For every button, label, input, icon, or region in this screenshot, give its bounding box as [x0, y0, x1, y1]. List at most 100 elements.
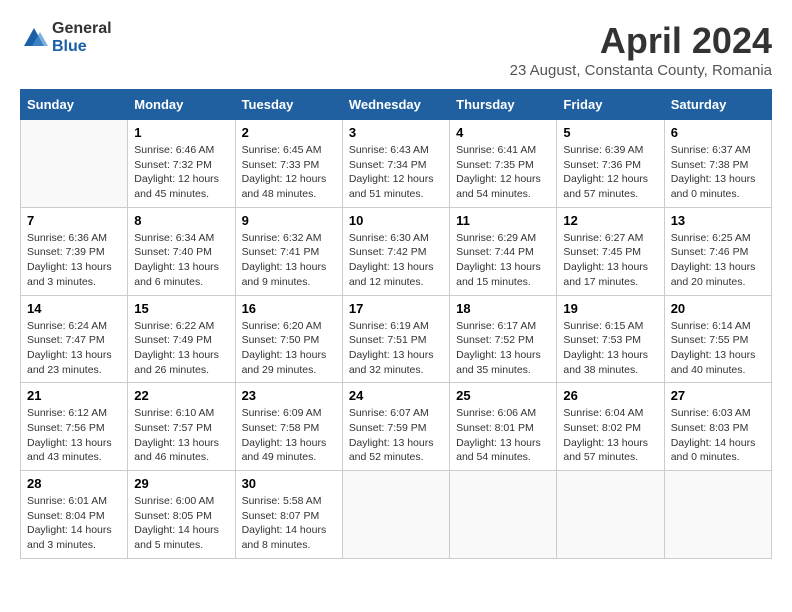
day-number: 8: [134, 213, 228, 228]
day-info: Sunrise: 6:20 AMSunset: 7:50 PMDaylight:…: [242, 319, 336, 378]
day-of-week-header: Wednesday: [342, 90, 449, 120]
day-number: 19: [563, 301, 657, 316]
day-number: 3: [349, 125, 443, 140]
day-number: 23: [242, 388, 336, 403]
day-of-week-header: Monday: [128, 90, 235, 120]
calendar-week-row: 14 Sunrise: 6:24 AMSunset: 7:47 PMDayligh…: [21, 295, 772, 383]
calendar-cell: 21 Sunrise: 6:12 AMSunset: 7:56 PMDayligh…: [21, 383, 128, 471]
day-number: 17: [349, 301, 443, 316]
calendar-cell: [450, 471, 557, 559]
day-number: 29: [134, 476, 228, 491]
day-info: Sunrise: 6:46 AMSunset: 7:32 PMDaylight:…: [134, 143, 228, 202]
day-number: 1: [134, 125, 228, 140]
day-info: Sunrise: 6:00 AMSunset: 8:05 PMDaylight:…: [134, 494, 228, 553]
day-number: 26: [563, 388, 657, 403]
day-info: Sunrise: 6:24 AMSunset: 7:47 PMDaylight:…: [27, 319, 121, 378]
day-number: 2: [242, 125, 336, 140]
calendar-cell: 13 Sunrise: 6:25 AMSunset: 7:46 PMDayligh…: [664, 207, 771, 295]
day-info: Sunrise: 6:17 AMSunset: 7:52 PMDaylight:…: [456, 319, 550, 378]
calendar-cell: 12 Sunrise: 6:27 AMSunset: 7:45 PMDayligh…: [557, 207, 664, 295]
calendar-cell: 22Sunrise: 6:10 AMSunset: 7:57 PMDayligh…: [128, 383, 235, 471]
subtitle: 23 August, Constanta County, Romania: [510, 62, 772, 79]
calendar-cell: 18 Sunrise: 6:17 AMSunset: 7:52 PMDayligh…: [450, 295, 557, 383]
calendar-cell: 7Sunrise: 6:36 AMSunset: 7:39 PMDaylight…: [21, 207, 128, 295]
day-info: Sunrise: 6:06 AMSunset: 8:01 PMDaylight:…: [456, 406, 550, 465]
day-number: 22: [134, 388, 228, 403]
day-number: 20: [671, 301, 765, 316]
calendar-table: SundayMondayTuesdayWednesdayThursdayFrid…: [20, 89, 772, 559]
calendar-cell: 1 Sunrise: 6:46 AMSunset: 7:32 PMDaylight…: [128, 120, 235, 208]
calendar-cell: 23 Sunrise: 6:09 AMSunset: 7:58 PMDayligh…: [235, 383, 342, 471]
header: General Blue April 2024 23 August, Const…: [20, 20, 772, 79]
day-number: 28: [27, 476, 121, 491]
day-number: 14: [27, 301, 121, 316]
day-number: 13: [671, 213, 765, 228]
day-of-week-header: Friday: [557, 90, 664, 120]
day-number: 27: [671, 388, 765, 403]
calendar-cell: 20 Sunrise: 6:14 AMSunset: 7:55 PMDayligh…: [664, 295, 771, 383]
calendar-cell: [557, 471, 664, 559]
day-info: Sunrise: 6:32 AMSunset: 7:41 PMDaylight:…: [242, 231, 336, 290]
calendar-cell: [21, 120, 128, 208]
calendar-cell: 14 Sunrise: 6:24 AMSunset: 7:47 PMDayligh…: [21, 295, 128, 383]
day-number: 11: [456, 213, 550, 228]
calendar-cell: 19 Sunrise: 6:15 AMSunset: 7:53 PMDayligh…: [557, 295, 664, 383]
logo-general-text: General: [52, 20, 112, 38]
calendar-cell: 9 Sunrise: 6:32 AMSunset: 7:41 PMDaylight…: [235, 207, 342, 295]
day-info: Sunrise: 6:22 AMSunset: 7:49 PMDaylight:…: [134, 319, 228, 378]
calendar-cell: 24 Sunrise: 6:07 AMSunset: 7:59 PMDayligh…: [342, 383, 449, 471]
day-number: 5: [563, 125, 657, 140]
day-info: Sunrise: 6:19 AMSunset: 7:51 PMDaylight:…: [349, 319, 443, 378]
day-number: 4: [456, 125, 550, 140]
day-number: 25: [456, 388, 550, 403]
day-info: Sunrise: 6:12 AMSunset: 7:56 PMDaylight:…: [27, 406, 121, 465]
day-number: 18: [456, 301, 550, 316]
day-info: Sunrise: 6:30 AMSunset: 7:42 PMDaylight:…: [349, 231, 443, 290]
day-number: 24: [349, 388, 443, 403]
calendar-cell: 2 Sunrise: 6:45 AMSunset: 7:33 PMDaylight…: [235, 120, 342, 208]
day-info: Sunrise: 6:09 AMSunset: 7:58 PMDaylight:…: [242, 406, 336, 465]
day-info: Sunrise: 5:58 AMSunset: 8:07 PMDaylight:…: [242, 494, 336, 553]
calendar-cell: 8Sunrise: 6:34 AMSunset: 7:40 PMDaylight…: [128, 207, 235, 295]
day-number: 6: [671, 125, 765, 140]
day-info: Sunrise: 6:03 AMSunset: 8:03 PMDaylight:…: [671, 406, 765, 465]
day-number: 12: [563, 213, 657, 228]
day-info: Sunrise: 6:01 AMSunset: 8:04 PMDaylight:…: [27, 494, 121, 553]
day-number: 9: [242, 213, 336, 228]
calendar-cell: 30Sunrise: 5:58 AMSunset: 8:07 PMDayligh…: [235, 471, 342, 559]
day-header-row: SundayMondayTuesdayWednesdayThursdayFrid…: [21, 90, 772, 120]
calendar-cell: 25 Sunrise: 6:06 AMSunset: 8:01 PMDayligh…: [450, 383, 557, 471]
day-info: Sunrise: 6:14 AMSunset: 7:55 PMDaylight:…: [671, 319, 765, 378]
day-info: Sunrise: 6:15 AMSunset: 7:53 PMDaylight:…: [563, 319, 657, 378]
calendar-cell: 16 Sunrise: 6:20 AMSunset: 7:50 PMDayligh…: [235, 295, 342, 383]
calendar-cell: [342, 471, 449, 559]
calendar-cell: 17 Sunrise: 6:19 AMSunset: 7:51 PMDayligh…: [342, 295, 449, 383]
day-info: Sunrise: 6:25 AMSunset: 7:46 PMDaylight:…: [671, 231, 765, 290]
logo-text: General Blue: [52, 20, 112, 55]
day-info: Sunrise: 6:27 AMSunset: 7:45 PMDaylight:…: [563, 231, 657, 290]
day-number: 21: [27, 388, 121, 403]
calendar-cell: 3 Sunrise: 6:43 AMSunset: 7:34 PMDaylight…: [342, 120, 449, 208]
day-number: 15: [134, 301, 228, 316]
logo-icon: [20, 24, 48, 52]
logo: General Blue: [20, 20, 112, 55]
day-info: Sunrise: 6:07 AMSunset: 7:59 PMDaylight:…: [349, 406, 443, 465]
calendar-cell: [664, 471, 771, 559]
calendar-cell: 4 Sunrise: 6:41 AMSunset: 7:35 PMDaylight…: [450, 120, 557, 208]
day-number: 7: [27, 213, 121, 228]
day-of-week-header: Thursday: [450, 90, 557, 120]
calendar-week-row: 21 Sunrise: 6:12 AMSunset: 7:56 PMDayligh…: [21, 383, 772, 471]
calendar-cell: 11Sunrise: 6:29 AMSunset: 7:44 PMDayligh…: [450, 207, 557, 295]
day-info: Sunrise: 6:45 AMSunset: 7:33 PMDaylight:…: [242, 143, 336, 202]
day-number: 16: [242, 301, 336, 316]
day-info: Sunrise: 6:04 AMSunset: 8:02 PMDaylight:…: [563, 406, 657, 465]
calendar-week-row: 28 Sunrise: 6:01 AMSunset: 8:04 PMDayligh…: [21, 471, 772, 559]
calendar-cell: 27 Sunrise: 6:03 AMSunset: 8:03 PMDayligh…: [664, 383, 771, 471]
calendar-cell: 26 Sunrise: 6:04 AMSunset: 8:02 PMDayligh…: [557, 383, 664, 471]
day-info: Sunrise: 6:39 AMSunset: 7:36 PMDaylight:…: [563, 143, 657, 202]
day-number: 10: [349, 213, 443, 228]
day-info: Sunrise: 6:41 AMSunset: 7:35 PMDaylight:…: [456, 143, 550, 202]
day-info: Sunrise: 6:43 AMSunset: 7:34 PMDaylight:…: [349, 143, 443, 202]
calendar-cell: 10 Sunrise: 6:30 AMSunset: 7:42 PMDayligh…: [342, 207, 449, 295]
calendar-cell: 5 Sunrise: 6:39 AMSunset: 7:36 PMDaylight…: [557, 120, 664, 208]
